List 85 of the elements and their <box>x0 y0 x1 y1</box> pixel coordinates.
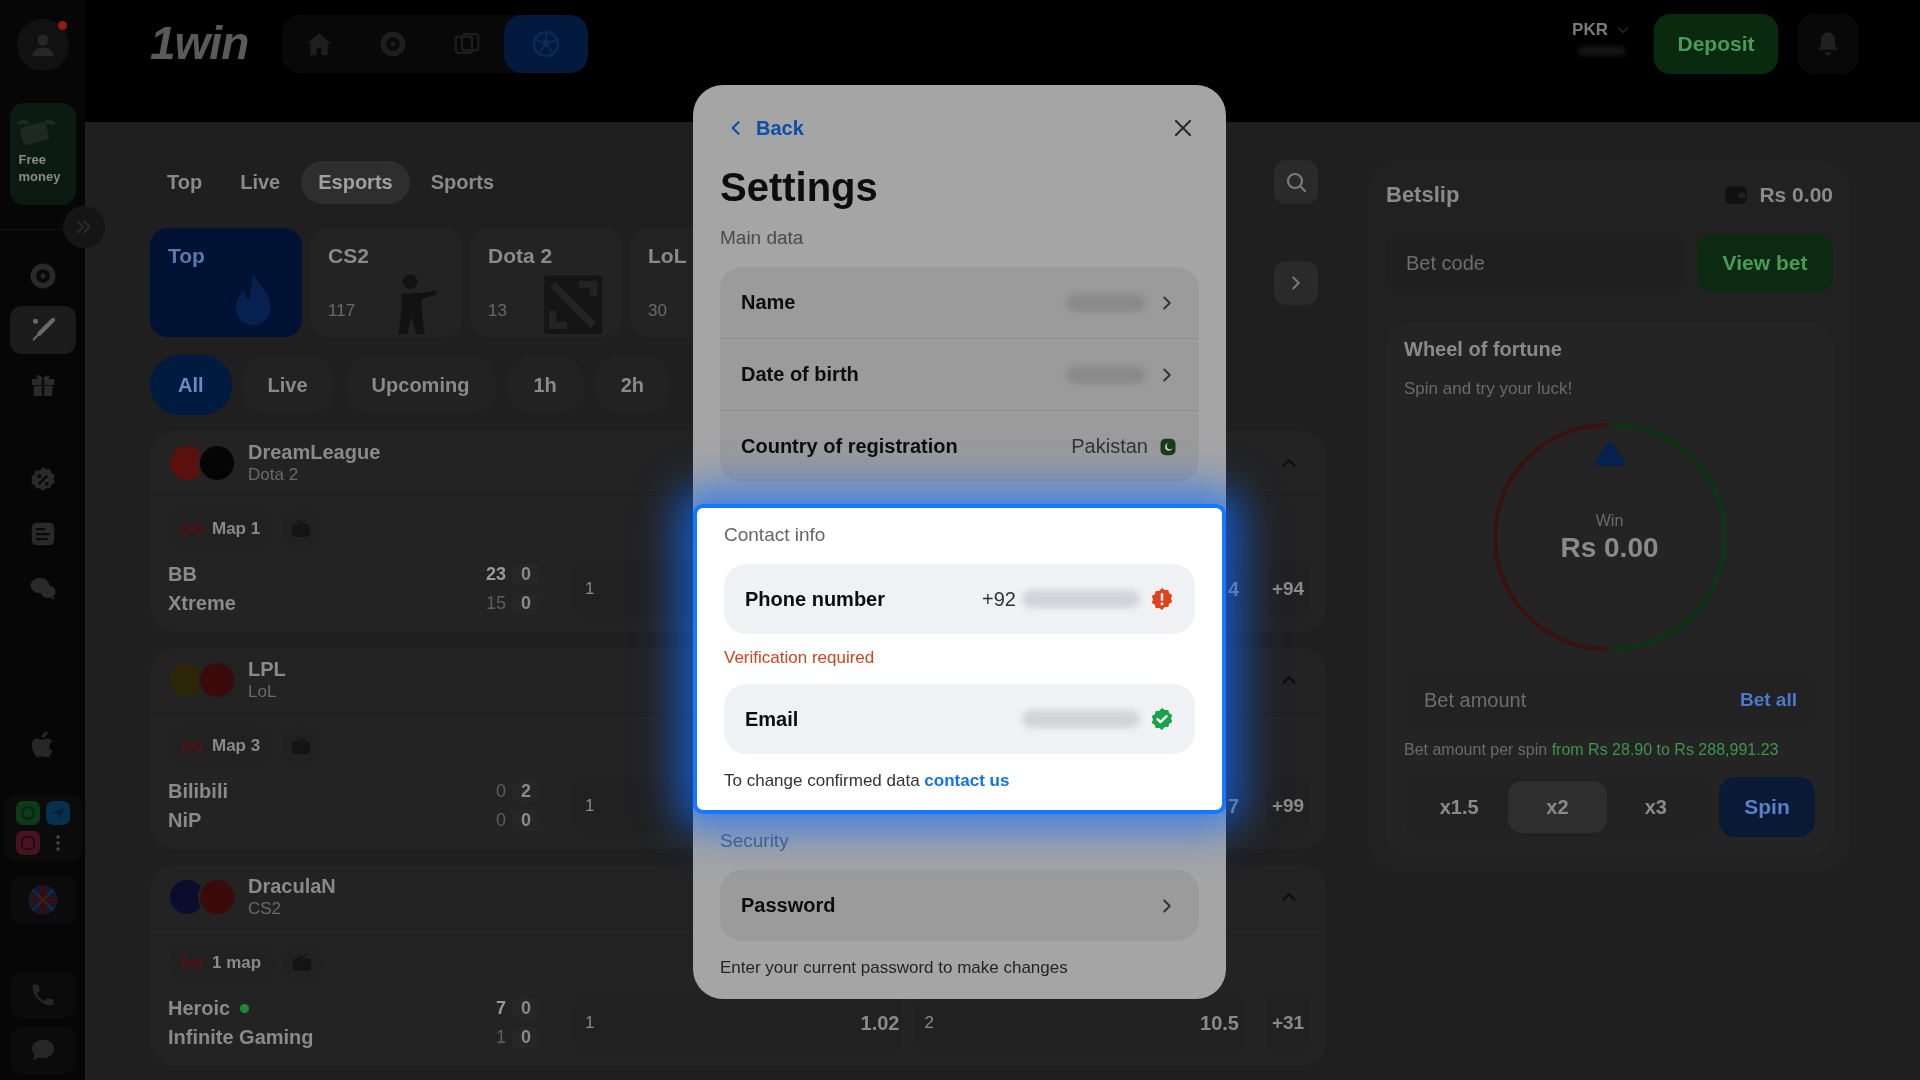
wheel-title: Wheel of fortune <box>1404 338 1563 361</box>
setting-label: Phone number <box>745 587 885 611</box>
bet-range-text: Bet amount per spin from Rs 28.90 to Rs 288,991.23 <box>1404 741 1780 759</box>
spin-button[interactable]: Spin <box>1719 777 1815 837</box>
promo-card[interactable]: Free money <box>9 103 76 205</box>
setting-row[interactable]: Name <box>720 267 1199 338</box>
category-card[interactable]: Dota 2 13 <box>470 228 622 337</box>
contact-link[interactable]: contact us <box>924 771 1010 790</box>
flag-icon <box>1158 436 1178 457</box>
multiplier-button[interactable]: x2 <box>1508 781 1607 833</box>
phone-button[interactable] <box>9 972 76 1018</box>
section-tab[interactable]: Live <box>223 160 298 204</box>
sidebar-item[interactable] <box>9 306 76 354</box>
verified-icon <box>1150 707 1174 731</box>
game-name: CS2 <box>248 898 283 919</box>
setting-label: Country of registration <box>741 435 958 458</box>
score: 1 <box>495 1027 506 1048</box>
setting-row[interactable]: Country of registration Pakistan <box>720 410 1199 482</box>
team-name: NiP <box>168 809 202 832</box>
search-button[interactable] <box>1274 160 1318 204</box>
notifications-button[interactable] <box>1798 14 1858 74</box>
next-button[interactable] <box>1274 260 1318 305</box>
modal-title: Settings <box>720 164 879 211</box>
nav-button[interactable] <box>504 15 589 73</box>
language-button[interactable] <box>9 876 76 924</box>
setting-value: Pakistan <box>1071 435 1148 458</box>
bet-all-link[interactable]: Bet all <box>1739 689 1797 711</box>
setting-label: Password <box>741 894 836 917</box>
game-name: LoL <box>248 681 278 702</box>
balance: Rs 0.00 <box>1759 183 1833 207</box>
win-amount: Rs 0.00 <box>1560 532 1659 564</box>
team-name: BB <box>168 563 197 586</box>
expand-button[interactable] <box>63 206 105 248</box>
currency-dropdown[interactable]: PKR <box>1572 20 1632 40</box>
betslip-title: Betslip <box>1386 182 1460 208</box>
setting-row[interactable]: Email <box>724 684 1195 754</box>
section-tab[interactable]: Top <box>150 160 220 204</box>
pointer-icon <box>1593 441 1626 467</box>
help-text: Enter your current password to make changes <box>720 957 1069 979</box>
setting-row[interactable]: Phone number +92 <box>724 564 1195 634</box>
score: 23 <box>484 564 506 585</box>
team-name: Xtreme <box>168 592 236 615</box>
section-title: Security <box>720 829 790 853</box>
category-card[interactable]: CS2 117 <box>310 228 462 337</box>
score: 15 <box>484 593 506 614</box>
setting-value: +92 <box>982 587 1016 611</box>
league-name: DreamLeague <box>248 441 381 464</box>
score: 7 <box>495 998 506 1019</box>
category-card[interactable]: Top <box>150 228 302 337</box>
section-tab[interactable]: Sports <box>413 160 511 204</box>
team-name: Bilibili <box>168 780 228 803</box>
view-bet-button[interactable]: View bet <box>1697 234 1833 292</box>
paper-plane-icon <box>45 801 70 825</box>
multiplier-button[interactable]: x3 <box>1606 781 1705 833</box>
setting-label: Email <box>745 707 799 731</box>
score: 0 <box>495 781 506 802</box>
multiplier-button[interactable]: x1.5 <box>1410 781 1509 833</box>
team-name: Heroic <box>168 997 231 1020</box>
league-name: LPL <box>248 658 286 681</box>
more-icon[interactable] <box>55 835 60 851</box>
team-name: Infinite Gaming <box>168 1026 314 1049</box>
search-icon <box>1284 170 1308 194</box>
game-name: Dota 2 <box>248 464 300 485</box>
setting-label: Date of birth <box>741 363 859 386</box>
logo[interactable]: 1win <box>150 17 249 69</box>
help-text: To change confirmed data contact us <box>724 770 1011 792</box>
flag-icon <box>26 884 59 916</box>
section-tab[interactable]: Esports <box>301 160 410 204</box>
chat-button[interactable] <box>9 1026 76 1074</box>
warning-icon <box>1150 587 1174 611</box>
league-name: DraculaN <box>248 875 336 898</box>
deposit-button[interactable]: Deposit <box>1654 14 1778 74</box>
promo-label: Free money <box>18 151 62 185</box>
section-title: Contact info <box>724 523 827 547</box>
win-label: Win <box>1595 512 1624 530</box>
soccer-ball-icon <box>531 29 562 59</box>
score: 0 <box>495 810 506 831</box>
setting-label: Name <box>741 291 796 314</box>
back-button[interactable]: Back <box>720 116 804 140</box>
wheel-subtitle: Spin and try your luck! <box>1404 379 1574 399</box>
warning-note: Verification required <box>724 648 876 668</box>
filter-pill[interactable]: All <box>150 355 232 415</box>
setting-row[interactable]: Date of birth <box>720 338 1199 410</box>
setting-row[interactable]: Password <box>720 870 1199 941</box>
section-title: Main data <box>720 226 805 250</box>
